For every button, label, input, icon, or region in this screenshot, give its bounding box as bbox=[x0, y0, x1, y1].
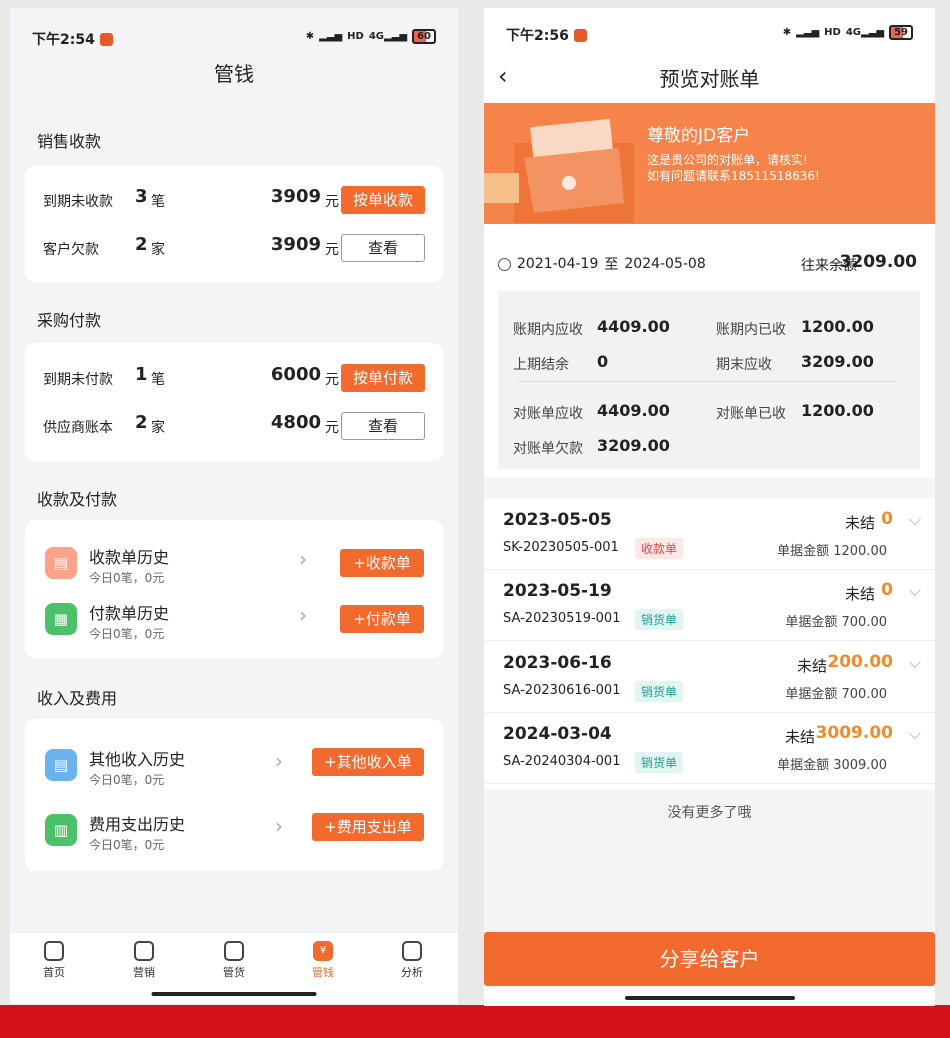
receipt-doc-icon: ▤ bbox=[45, 547, 77, 579]
other-income-history-item[interactable]: ▤ 其他收入历史 今日0笔，0元 › +其他收入单 bbox=[25, 739, 443, 789]
bottom-red-bar bbox=[0, 1005, 950, 1038]
status-bar: 下午2:54 ✱ ▂▃▅ HD 4G▂▃▅ 60 bbox=[10, 8, 458, 64]
doc-type-badge: 销货单 bbox=[635, 752, 684, 773]
summary-divider bbox=[518, 381, 898, 382]
purchase-card: 到期未付款 1 笔 6000 元 按单付款 供应商账本 2 家 4800 元 查… bbox=[25, 343, 443, 461]
expense-history-item[interactable]: ▥ 费用支出历史 今日0笔，0元 › +费用支出单 bbox=[25, 804, 443, 854]
hd-icon: HD bbox=[347, 31, 364, 42]
pay-by-order-button[interactable]: 按单付款 bbox=[341, 364, 425, 392]
signal-icon: ▂▃▅ bbox=[796, 27, 820, 38]
status-time: 下午2:54 bbox=[32, 32, 95, 48]
money-screen: 下午2:54 ✱ ▂▃▅ HD 4G▂▃▅ 60 管钱 销售收款 到期未收款 3… bbox=[10, 8, 458, 1004]
section-gap bbox=[484, 478, 935, 498]
statement-summary: 账期内应收 4409.00 账期内已收 1200.00 上期结余 0 期末应收 … bbox=[498, 291, 920, 469]
notification-icon bbox=[99, 33, 113, 46]
signal-4g-icon: 4G▂▃▅ bbox=[368, 31, 408, 42]
add-payment-button[interactable]: +付款单 bbox=[340, 605, 424, 633]
chevron-down-icon[interactable]: ⌵ bbox=[909, 510, 921, 530]
banner-greeting: 尊敬的JD客户 bbox=[647, 126, 751, 146]
bottom-tab-bar: 首页 营销 管货 ¥ 管钱 分析 bbox=[10, 932, 458, 1004]
page-title: 预览对账单 bbox=[659, 67, 760, 91]
view-supplier-ledger-button[interactable]: 查看 bbox=[341, 412, 425, 440]
balance-value: 3209.00 bbox=[839, 252, 917, 272]
statement-preview-screen: 下午2:56 ✱ ▂▃▅ HD 4G▂▃▅ 59 ‹ 预览对账单 尊敬的JD客户… bbox=[484, 8, 935, 1006]
view-customer-debt-button[interactable]: 查看 bbox=[341, 234, 425, 262]
tab-money[interactable]: ¥ 管钱 bbox=[293, 941, 353, 980]
no-more-text: 没有更多了哦 bbox=[484, 790, 935, 940]
statement-entry[interactable]: 2023-06-16 未结 200.00 ⌵ SA-20230616-001 销… bbox=[484, 643, 935, 713]
doc-type-badge: 销货单 bbox=[635, 609, 684, 630]
chevron-right-icon: › bbox=[299, 547, 307, 571]
inventory-icon bbox=[224, 941, 244, 961]
expense-chart-icon: ▥ bbox=[45, 814, 77, 846]
customer-debt-row: 客户欠款 2 家 3909 元 查看 bbox=[25, 233, 443, 263]
chevron-down-icon[interactable]: ⌵ bbox=[909, 724, 921, 744]
income-section-title: 收入及费用 bbox=[37, 689, 118, 708]
hd-icon: HD bbox=[824, 27, 841, 38]
doc-type-badge: 收款单 bbox=[635, 538, 684, 559]
chevron-down-icon[interactable]: ⌵ bbox=[909, 581, 921, 601]
sales-section-title: 销售收款 bbox=[37, 132, 102, 151]
statement-entry[interactable]: 2023-05-05 未结 0 ⌵ SK-20230505-001 收款单 单据… bbox=[484, 500, 935, 570]
banner-line-1: 这是贵公司的对账单，请核实! bbox=[647, 153, 808, 167]
income-doc-icon: ▤ bbox=[45, 749, 77, 781]
chevron-down-icon[interactable]: ⌵ bbox=[909, 653, 921, 673]
bluetooth-icon: ✱ bbox=[305, 31, 315, 42]
chevron-right-icon: › bbox=[275, 749, 283, 773]
wallet-icon: ¥ bbox=[313, 941, 333, 961]
add-expense-button[interactable]: +费用支出单 bbox=[312, 813, 424, 841]
banner-line-2: 如有问题请联系18511518636! bbox=[647, 169, 820, 183]
statement-banner: 尊敬的JD客户 这是贵公司的对账单，请核实! 如有问题请联系1851151863… bbox=[484, 103, 935, 224]
signal-icon: ▂▃▅ bbox=[319, 31, 343, 42]
home-icon bbox=[44, 941, 64, 961]
payment-history-item[interactable]: ▦ 付款单历史 今日0笔，0元 › +付款单 bbox=[25, 593, 443, 643]
statement-period: 2021-04-19 至 2024-05-08 bbox=[498, 254, 706, 274]
tab-analysis[interactable]: 分析 bbox=[382, 941, 442, 980]
clock-icon bbox=[498, 257, 511, 271]
income-card: ▤ 其他收入历史 今日0笔，0元 › +其他收入单 ▥ 费用支出历史 今日0笔，… bbox=[25, 719, 443, 871]
statement-entry[interactable]: 2023-05-19 未结 0 ⌵ SA-20230519-001 销货单 单据… bbox=[484, 571, 935, 641]
receipts-section-title: 收款及付款 bbox=[37, 490, 118, 509]
signal-4g-icon: 4G▂▃▅ bbox=[845, 27, 885, 38]
due-payable-row: 到期未付款 1 笔 6000 元 按单付款 bbox=[25, 363, 443, 393]
due-receivable-row: 到期未收款 3 笔 3909 元 按单收款 bbox=[25, 185, 443, 215]
statement-entry[interactable]: 2024-03-04 未结 3009.00 ⌵ SA-20240304-001 … bbox=[484, 714, 935, 784]
add-other-income-button[interactable]: +其他收入单 bbox=[312, 748, 424, 776]
bluetooth-icon: ✱ bbox=[782, 27, 792, 38]
collect-by-order-button[interactable]: 按单收款 bbox=[341, 186, 425, 214]
status-bar: 下午2:56 ✱ ▂▃▅ HD 4G▂▃▅ 59 bbox=[484, 8, 935, 64]
doc-type-badge: 销货单 bbox=[635, 681, 684, 702]
add-receipt-button[interactable]: +收款单 bbox=[340, 549, 424, 577]
notification-icon bbox=[573, 29, 587, 42]
chevron-right-icon: › bbox=[275, 814, 283, 838]
battery-icon: 59 bbox=[889, 25, 913, 40]
share-to-customer-button[interactable]: 分享给客户 bbox=[484, 932, 935, 986]
bar-chart-icon bbox=[402, 941, 422, 961]
tab-inventory[interactable]: 管货 bbox=[204, 941, 264, 980]
battery-icon: 60 bbox=[412, 29, 436, 44]
receipts-card: ▤ 收款单历史 今日0笔，0元 › +收款单 ▦ 付款单历史 今日0笔，0元 ›… bbox=[25, 520, 443, 658]
page-title: 管钱 bbox=[214, 62, 254, 86]
tab-home[interactable]: 首页 bbox=[24, 941, 84, 980]
payment-doc-icon: ▦ bbox=[45, 603, 77, 635]
purchase-section-title: 采购付款 bbox=[37, 311, 102, 330]
marketing-icon bbox=[134, 941, 154, 961]
supplier-ledger-row: 供应商账本 2 家 4800 元 查看 bbox=[25, 411, 443, 441]
status-time: 下午2:56 bbox=[506, 28, 569, 44]
envelope-illustration-icon bbox=[484, 118, 634, 223]
receipt-history-item[interactable]: ▤ 收款单历史 今日0笔，0元 › +收款单 bbox=[25, 537, 443, 587]
tab-marketing[interactable]: 营销 bbox=[114, 941, 174, 980]
sales-card: 到期未收款 3 笔 3909 元 按单收款 客户欠款 2 家 3909 元 查看 bbox=[25, 166, 443, 282]
home-indicator bbox=[151, 992, 317, 996]
home-indicator bbox=[624, 996, 795, 1000]
chevron-right-icon: › bbox=[299, 603, 307, 627]
